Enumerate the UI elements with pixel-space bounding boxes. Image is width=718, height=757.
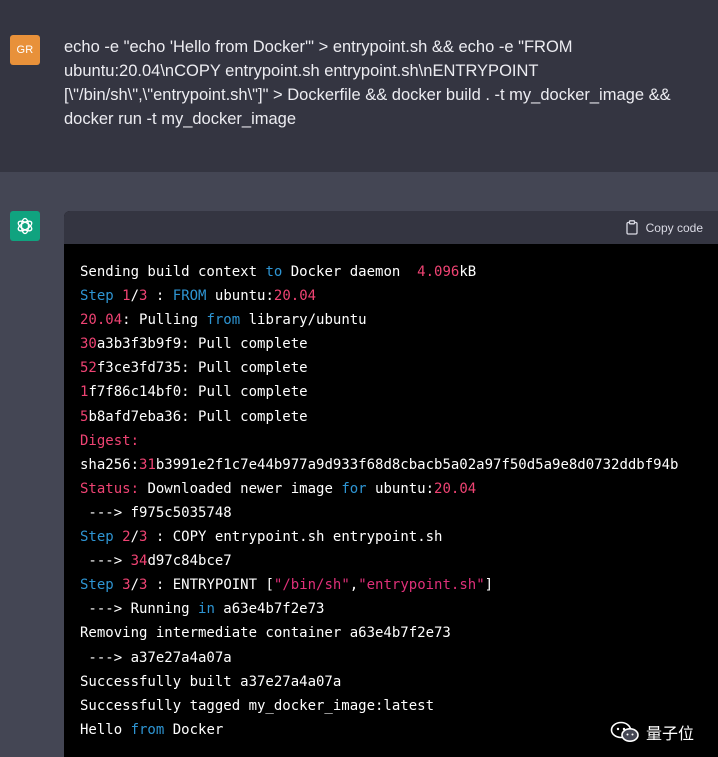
code-token: for [341, 480, 367, 497]
clipboard-icon [625, 220, 639, 236]
code-token: from [206, 312, 241, 329]
code-token: kB [459, 264, 477, 280]
code-token: ---> Running [80, 601, 199, 618]
code-token: Step [80, 577, 123, 594]
code-output: Sending build context to Docker daemon 4… [64, 244, 718, 742]
code-token: , [349, 577, 359, 594]
code-header: Copy code [64, 211, 718, 244]
code-token: 4.096 [417, 264, 460, 280]
code-token: / [130, 529, 140, 546]
code-token: / [130, 288, 140, 305]
code-token: ---> f975c5035748 [80, 504, 232, 521]
user-avatar: GR [10, 35, 40, 65]
code-token: Successfully tagged my_docker_image:late… [80, 697, 435, 714]
code-token: : [147, 288, 173, 305]
code-token: Sending build context [80, 264, 266, 280]
code-token: : COPY entrypoint.sh entrypoint.sh [147, 529, 443, 546]
code-line: 20.04: Pulling from library/ubuntu [80, 308, 718, 332]
code-token: Docker daemon [282, 264, 418, 280]
code-line: Step 2/3 : COPY entrypoint.sh entrypoint… [80, 525, 718, 549]
code-token: 52 [80, 360, 97, 377]
code-token: Docker [164, 721, 224, 738]
code-line: ---> a37e27a4a07a [80, 646, 718, 670]
user-message-line: ubuntu:20.04\nCOPY entrypoint.sh entrypo… [64, 62, 539, 80]
code-token: b3991e2f1c7e44b977a9d933f68d8cbacb5a02a9… [155, 456, 679, 473]
code-token: Status: [80, 480, 140, 497]
code-token: d97c84bce7 [147, 553, 232, 570]
code-line: sha256:31b3991e2f1c7e44b977a9d933f68d8cb… [80, 453, 718, 477]
code-line: Sending build context to Docker daemon 4… [80, 260, 718, 284]
code-token: b8afd7eba36: Pull complete [88, 408, 308, 425]
code-token: 1 [122, 288, 131, 305]
code-line: 52f3ce3fd735: Pull complete [80, 356, 718, 380]
code-line: Step 1/3 : FROM ubuntu:20.04 [80, 284, 718, 308]
copy-code-label: Copy code [645, 220, 703, 235]
code-line: ---> Running in a63e4b7f2e73 [80, 597, 718, 621]
assistant-avatar [10, 211, 40, 241]
code-token: sha256: [80, 456, 140, 473]
code-token: Successfully built a37e27a4a07a [80, 673, 342, 690]
openai-logo-icon [17, 217, 33, 235]
code-token: ] [484, 577, 494, 594]
code-token: / [130, 577, 140, 594]
code-token: to [265, 264, 283, 280]
code-token: 20.04 [80, 312, 123, 329]
code-token: ---> a37e27a4a07a [80, 649, 232, 666]
code-line: Successfully tagged my_docker_image:late… [80, 694, 718, 718]
watermark: 量子位 [610, 720, 694, 744]
code-token: ---> [80, 553, 131, 570]
code-line: Step 3/3 : ENTRYPOINT ["/bin/sh","entryp… [80, 573, 718, 597]
code-token: 20.04 [434, 480, 477, 497]
code-token: f3ce3fd735: Pull complete [96, 360, 308, 377]
code-token: "/bin/sh" [273, 577, 350, 594]
watermark-text: 量子位 [646, 724, 695, 743]
code-token: 30 [80, 336, 97, 353]
code-token: ubuntu: [206, 288, 274, 305]
user-message-row: GR echo -e "echo 'Hello from Docker'" > … [0, 0, 718, 172]
code-line: Removing intermediate container a63e4b7f… [80, 621, 718, 645]
code-token: Step [80, 288, 123, 305]
code-line: 5b8afd7eba36: Pull complete [80, 405, 718, 429]
copy-code-button[interactable]: Copy code [625, 220, 703, 236]
code-line: 1f7f86c14bf0: Pull complete [80, 380, 718, 404]
code-token: a63e4b7f2e73 [214, 601, 325, 618]
code-line: 30a3b3f3b9f9: Pull complete [80, 332, 718, 356]
code-token: Downloaded newer image [139, 480, 342, 497]
code-token: Step [80, 529, 123, 546]
code-line: ---> f975c5035748 [80, 501, 718, 525]
code-token: Hello [80, 721, 131, 738]
user-message-line: echo -e "echo 'Hello from Docker'" > ent… [64, 38, 573, 56]
code-line: ---> 34d97c84bce7 [80, 549, 718, 573]
code-token: 34 [130, 553, 148, 570]
code-token: FROM [172, 288, 207, 305]
code-token: library/ubuntu [240, 312, 367, 329]
code-token: ubuntu: [366, 480, 435, 497]
code-token: : ENTRYPOINT [ [147, 577, 274, 594]
code-token: 2 [122, 529, 131, 546]
user-message-line: [\"/bin/sh\",\"entrypoint.sh\"]" > Docke… [64, 86, 671, 104]
code-token: 31 [139, 456, 156, 473]
user-message: echo -e "echo 'Hello from Docker'" > ent… [64, 35, 704, 131]
code-token: Removing intermediate container a63e4b7f… [80, 625, 451, 642]
code-token: in [198, 601, 215, 618]
code-line: Digest: [80, 429, 718, 453]
code-token: 3 [122, 577, 131, 594]
code-block: Copy code Sending build context to Docke… [64, 211, 718, 757]
code-token: from [130, 721, 165, 738]
code-token: a3b3f3b9f9: Pull complete [96, 336, 308, 353]
code-token: : Pulling [122, 312, 207, 329]
code-token: Digest: [80, 432, 140, 449]
wechat-icon [610, 721, 639, 742]
code-token: f7f86c14bf0: Pull complete [88, 384, 308, 401]
code-token: 20.04 [273, 288, 317, 305]
code-token: "entrypoint.sh" [358, 577, 485, 594]
user-message-line: docker run -t my_docker_image [64, 110, 297, 128]
code-line: Status: Downloaded newer image for ubunt… [80, 477, 718, 501]
code-line: Successfully built a37e27a4a07a [80, 670, 718, 694]
